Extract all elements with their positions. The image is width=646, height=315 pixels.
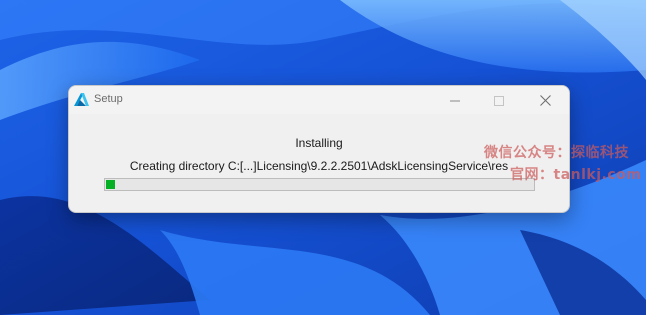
progress-bar	[104, 178, 535, 191]
title-bar[interactable]: Setup	[69, 86, 569, 114]
minimize-icon	[450, 91, 460, 110]
progress-fill	[106, 180, 115, 189]
minimize-button[interactable]	[433, 86, 477, 114]
watermark-line-1: 微信公众号：探临科技	[484, 145, 629, 161]
maximize-icon	[494, 91, 504, 110]
watermark-line-2: 官网：tanlkj.com	[510, 167, 642, 183]
window-title: Setup	[94, 93, 123, 105]
maximize-button[interactable]	[477, 86, 521, 114]
autodesk-logo-icon	[73, 91, 90, 108]
installer-content: Installing Creating directory C:[...]Lic…	[69, 114, 569, 212]
close-button[interactable]	[523, 86, 567, 114]
close-icon	[539, 91, 551, 110]
